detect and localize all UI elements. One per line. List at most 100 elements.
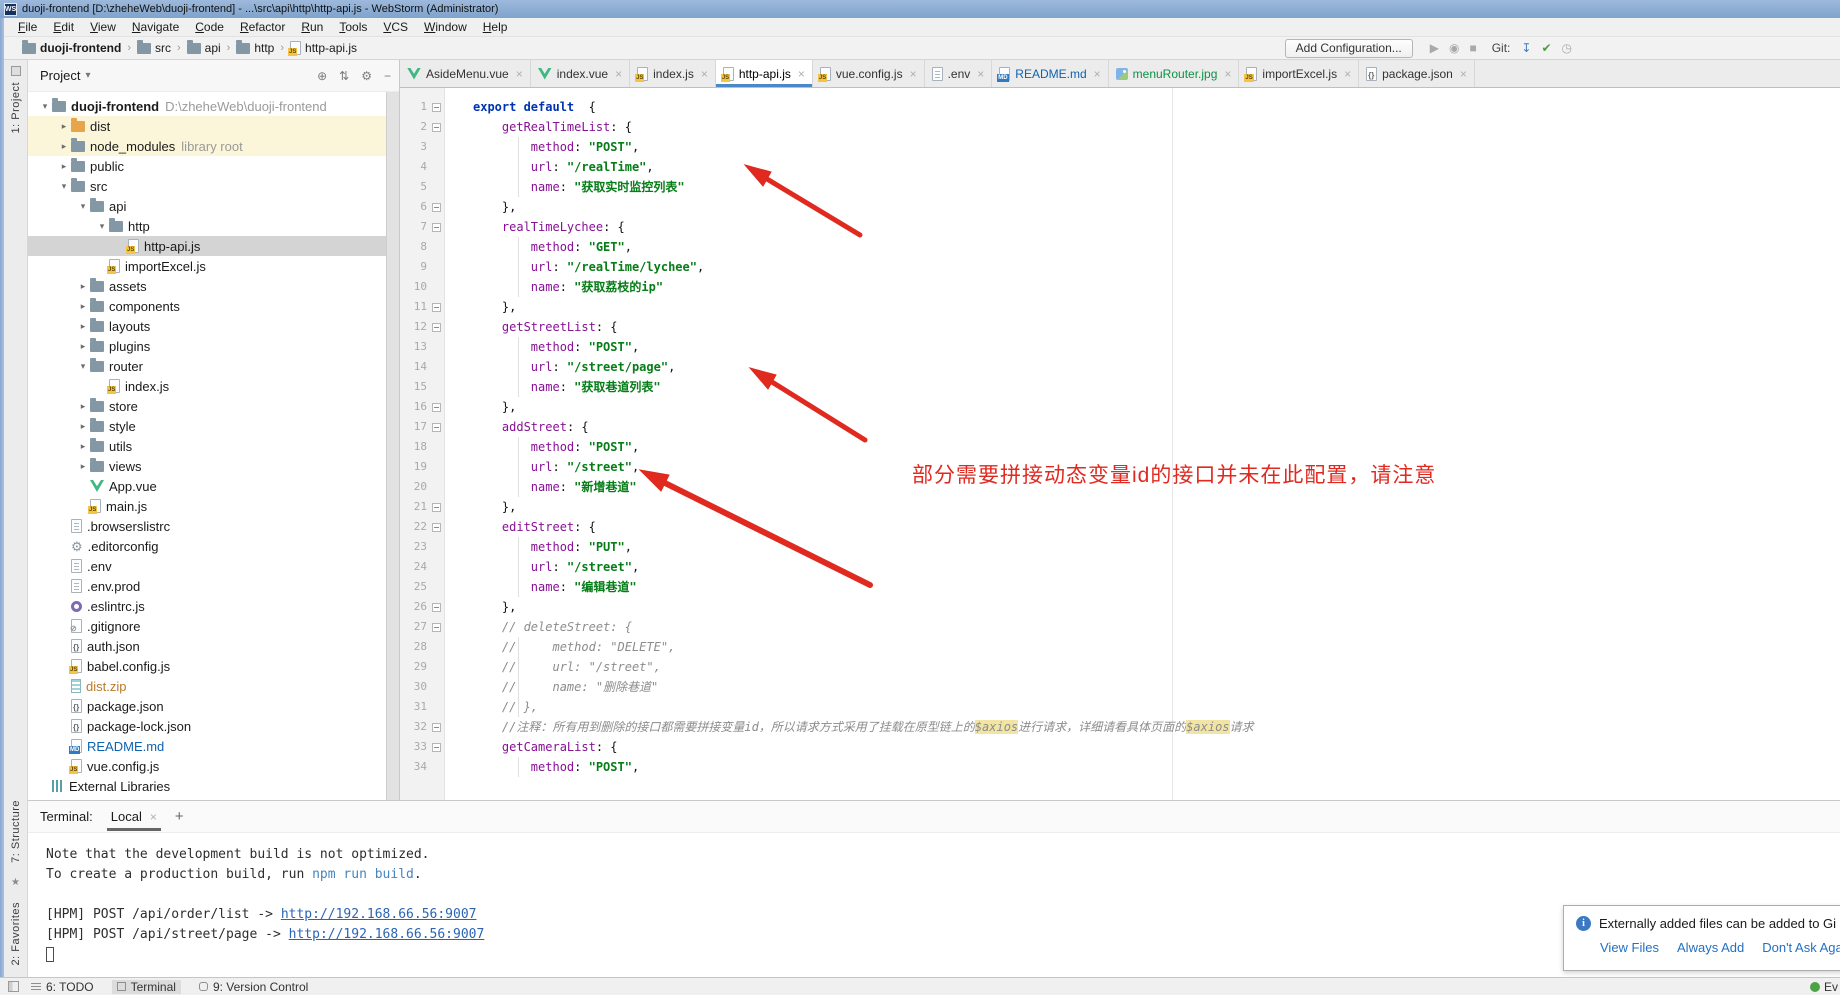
fold-icon[interactable]: [432, 603, 441, 612]
menu-edit[interactable]: Edit: [45, 20, 82, 34]
code-line[interactable]: 9 url: "/realTime/lychee",: [400, 257, 1840, 277]
tab-http-api.js[interactable]: http-api.js×: [716, 60, 813, 87]
tree-item-style[interactable]: ▸style: [28, 416, 399, 436]
fold-icon[interactable]: [432, 743, 441, 752]
tree-item-api[interactable]: ▾api: [28, 196, 399, 216]
tab-vue.config.js[interactable]: vue.config.js×: [813, 60, 925, 87]
close-icon[interactable]: ×: [1094, 67, 1101, 81]
close-icon[interactable]: ×: [798, 67, 805, 81]
code-line[interactable]: 6 },: [400, 197, 1840, 217]
crumb-src[interactable]: src: [137, 41, 171, 55]
menu-run[interactable]: Run: [293, 20, 331, 34]
menu-help[interactable]: Help: [475, 20, 516, 34]
settings-icon[interactable]: ⚙: [361, 69, 372, 83]
fold-icon[interactable]: [432, 503, 441, 512]
tree-item-vue.config.js[interactable]: vue.config.js: [28, 756, 399, 776]
tree-item-importExcel.js[interactable]: importExcel.js: [28, 256, 399, 276]
chevron-closed-icon[interactable]: ▸: [57, 141, 71, 152]
notification-action[interactable]: Don't Ask Agai: [1762, 940, 1840, 955]
code-line[interactable]: 13 method: "POST",: [400, 337, 1840, 357]
close-icon[interactable]: ×: [150, 810, 157, 824]
fold-icon[interactable]: [432, 103, 441, 112]
code-line[interactable]: 7 realTimeLychee: {: [400, 217, 1840, 237]
chevron-closed-icon[interactable]: ▸: [57, 161, 71, 172]
git-commit-icon[interactable]: ✔: [1541, 42, 1551, 54]
tree-item-utils[interactable]: ▸utils: [28, 436, 399, 456]
menu-refactor[interactable]: Refactor: [232, 20, 293, 34]
tab-importExcel.js[interactable]: importExcel.js×: [1239, 60, 1359, 87]
tree-item-.browserslistrc[interactable]: .browserslistrc: [28, 516, 399, 536]
tree-item-package.json[interactable]: package.json: [28, 696, 399, 716]
close-icon[interactable]: ×: [1460, 67, 1467, 81]
chevron-closed-icon[interactable]: ▸: [76, 441, 90, 452]
crumb-duoji-frontend[interactable]: duoji-frontend: [22, 41, 121, 55]
code-line[interactable]: 34 method: "POST",: [400, 757, 1840, 777]
close-icon[interactable]: ×: [977, 67, 984, 81]
fold-icon[interactable]: [432, 203, 441, 212]
code-line[interactable]: 26 },: [400, 597, 1840, 617]
tree-item-public[interactable]: ▸public: [28, 156, 399, 176]
menu-navigate[interactable]: Navigate: [124, 20, 187, 34]
close-icon[interactable]: ×: [516, 67, 523, 81]
code-line[interactable]: 28 // method: "DELETE",: [400, 637, 1840, 657]
tree-item-assets[interactable]: ▸assets: [28, 276, 399, 296]
terminal-tab-local[interactable]: Local ×: [107, 803, 161, 830]
status-6: TODO[interactable]: 6: TODO: [31, 980, 94, 994]
chevron-open-icon[interactable]: ▾: [76, 201, 90, 212]
tab-index.js[interactable]: index.js×: [630, 60, 716, 87]
status-Terminal[interactable]: Terminal: [112, 980, 181, 994]
close-icon[interactable]: ×: [615, 67, 622, 81]
close-icon[interactable]: ×: [701, 67, 708, 81]
code-line[interactable]: 32 //注释：所有用到删除的接口都需要拼接变量id，所以请求方式采用了挂载在原…: [400, 717, 1840, 737]
tree-item-dist[interactable]: ▸dist: [28, 116, 399, 136]
chevron-open-icon[interactable]: ▾: [95, 221, 109, 232]
debug-icon[interactable]: ◉: [1449, 42, 1459, 54]
tree-item-duoji-frontend[interactable]: ▾duoji-frontendD:\zheheWeb\duoji-fronten…: [28, 96, 399, 116]
notification-action[interactable]: View Files: [1600, 940, 1659, 955]
chevron-closed-icon[interactable]: ▸: [76, 421, 90, 432]
code-line[interactable]: 3 method: "POST",: [400, 137, 1840, 157]
code-line[interactable]: 12 getStreetList: {: [400, 317, 1840, 337]
chevron-open-icon[interactable]: ▾: [38, 101, 52, 112]
crumb-http-api.js[interactable]: http-api.js: [290, 41, 357, 55]
chevron-closed-icon[interactable]: ▸: [76, 341, 90, 352]
fold-icon[interactable]: [432, 723, 441, 732]
tab-README.md[interactable]: README.md×: [992, 60, 1108, 87]
terminal-cursor[interactable]: [46, 947, 54, 962]
tree-item-src[interactable]: ▾src: [28, 176, 399, 196]
menu-window[interactable]: Window: [416, 20, 475, 34]
tab-menuRouter.jpg[interactable]: menuRouter.jpg×: [1109, 60, 1240, 87]
code-line[interactable]: 15 name: "获取巷道列表": [400, 377, 1840, 397]
code-line[interactable]: 2 getRealTimeList: {: [400, 117, 1840, 137]
tree-item-External Libraries[interactable]: External Libraries: [28, 776, 399, 796]
code-line[interactable]: 22 editStreet: {: [400, 517, 1840, 537]
tree-item-.env.prod[interactable]: .env.prod: [28, 576, 399, 596]
code-line[interactable]: 23 method: "PUT",: [400, 537, 1840, 557]
tab-package.json[interactable]: package.json×: [1359, 60, 1475, 87]
stop-icon[interactable]: ■: [1469, 42, 1476, 54]
code-line[interactable]: 11 },: [400, 297, 1840, 317]
stripe-favorites-button[interactable]: 2: Favorites: [10, 902, 22, 965]
locate-icon[interactable]: ⊕: [317, 69, 327, 83]
scroll-sync-icon[interactable]: ⇅: [339, 69, 349, 83]
chevron-closed-icon[interactable]: ▸: [57, 121, 71, 132]
chevron-open-icon[interactable]: ▾: [76, 361, 90, 372]
tree-item-http[interactable]: ▾http: [28, 216, 399, 236]
tree-item-App.vue[interactable]: App.vue: [28, 476, 399, 496]
code-line[interactable]: 5 name: "获取实时监控列表": [400, 177, 1840, 197]
tree-item-dist.zip[interactable]: dist.zip: [28, 676, 399, 696]
close-icon[interactable]: ×: [1344, 67, 1351, 81]
chevron-closed-icon[interactable]: ▸: [76, 321, 90, 332]
tree-item-layouts[interactable]: ▸layouts: [28, 316, 399, 336]
stripe-structure-button[interactable]: 7: Structure: [10, 800, 22, 863]
code-line[interactable]: 21 },: [400, 497, 1840, 517]
code-line[interactable]: 4 url: "/realTime",: [400, 157, 1840, 177]
code-line[interactable]: 33 getCameraList: {: [400, 737, 1840, 757]
tree-item-README.md[interactable]: README.md: [28, 736, 399, 756]
menu-view[interactable]: View: [82, 20, 124, 34]
panel-scrollbar[interactable]: [386, 92, 399, 800]
chevron-closed-icon[interactable]: ▸: [76, 461, 90, 472]
code-line[interactable]: 8 method: "GET",: [400, 237, 1840, 257]
tree-item-node_modules[interactable]: ▸node_moduleslibrary root: [28, 136, 399, 156]
chevron-closed-icon[interactable]: ▸: [76, 281, 90, 292]
